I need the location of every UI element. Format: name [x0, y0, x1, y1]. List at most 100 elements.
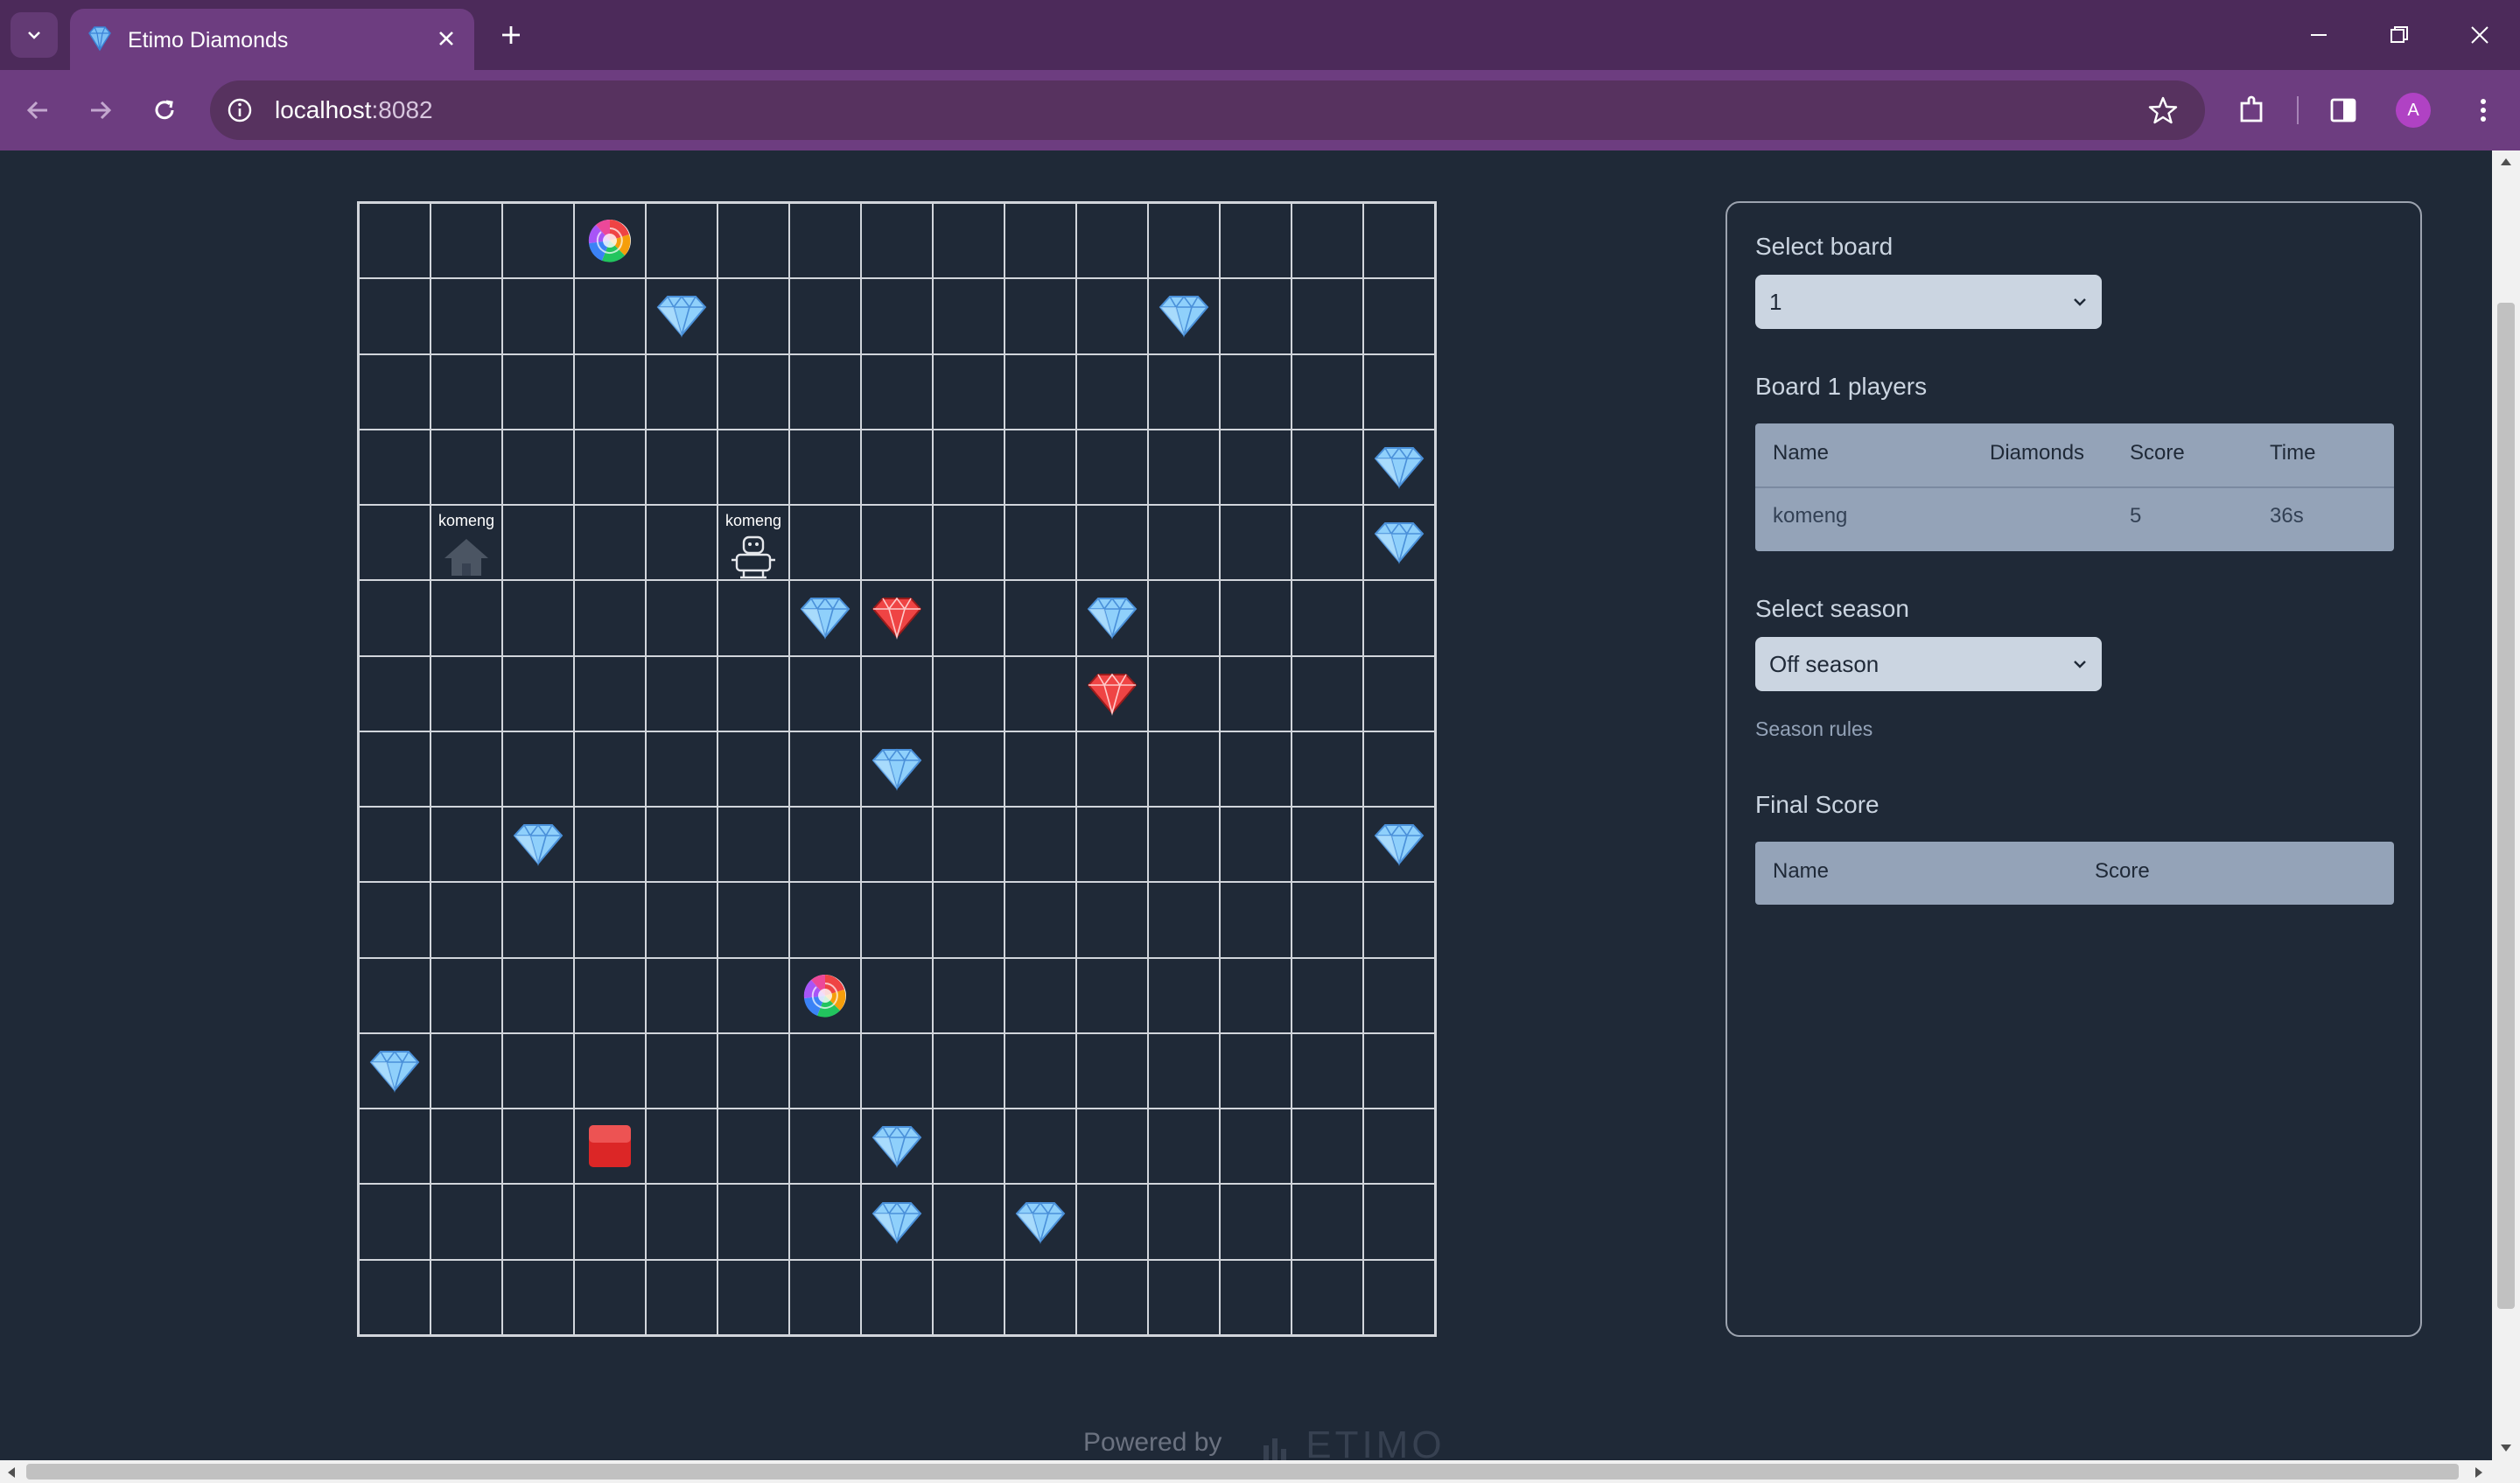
board-cell: [430, 1109, 502, 1185]
board-player-label: komeng: [438, 512, 495, 530]
bookmark-star-icon[interactable]: [2146, 93, 2180, 128]
board-cell: [1004, 1032, 1076, 1109]
blue-diamond-icon: [861, 1184, 933, 1259]
board-cell: [430, 353, 502, 430]
board-cell: [718, 203, 789, 279]
restore-icon[interactable]: [2384, 19, 2415, 51]
minimize-icon[interactable]: [2303, 19, 2334, 51]
board-cell: [1004, 655, 1076, 731]
side-panel-icon[interactable]: [2324, 91, 2362, 129]
board-cell: [359, 505, 430, 581]
vertical-scrollbar[interactable]: [2492, 150, 2520, 1460]
board-cell: [1004, 1109, 1076, 1185]
board-cell: [861, 1259, 933, 1335]
red-button-icon[interactable]: [574, 1109, 646, 1184]
board-cell: [1292, 278, 1363, 354]
tab-search-button[interactable]: [10, 12, 58, 58]
board-cell: [1076, 807, 1148, 883]
extensions-icon[interactable]: [2233, 91, 2272, 129]
scroll-down-icon[interactable]: [2499, 1442, 2513, 1454]
game-board: komeng komeng: [357, 201, 1437, 1337]
blue-diamond-icon: [789, 580, 861, 655]
forward-arrow-icon[interactable]: [80, 91, 119, 129]
site-info-icon[interactable]: [224, 94, 256, 126]
board-cell: [933, 957, 1004, 1033]
board-cell: [502, 505, 574, 581]
board-cell: [789, 731, 861, 808]
board-cell: [861, 203, 933, 279]
diamond-favicon-icon: [88, 26, 111, 52]
board-cell: [933, 807, 1004, 883]
page-content: komeng komeng Select board 1 Board 1 play…: [0, 150, 2492, 1460]
close-window-icon[interactable]: [2464, 19, 2496, 51]
board-cell: [359, 807, 430, 883]
scroll-up-icon[interactable]: [2499, 156, 2513, 168]
new-tab-icon[interactable]: [495, 19, 527, 51]
board-cell: [718, 957, 789, 1033]
board-cell: [1220, 655, 1292, 731]
board-cell: [359, 882, 430, 958]
board-cell: [646, 429, 718, 506]
board-cell: [574, 505, 646, 581]
address-bar[interactable]: localhost:8082: [210, 80, 2205, 140]
board-cell: [861, 882, 933, 958]
board-cell: [574, 580, 646, 656]
select-board-dropdown[interactable]: 1: [1755, 275, 2102, 329]
scroll-left-icon[interactable]: [5, 1466, 18, 1480]
board-cell: [430, 807, 502, 883]
board-cell: [502, 1184, 574, 1260]
horizontal-scrollbar[interactable]: [0, 1460, 2520, 1483]
board-cell: [1363, 580, 1435, 656]
board-cell: [718, 1259, 789, 1335]
etimo-logo-icon: [1264, 1438, 1286, 1460]
close-tab-icon[interactable]: [432, 24, 460, 52]
board-cell: [1220, 1032, 1292, 1109]
board-cell: [718, 353, 789, 430]
profile-avatar[interactable]: A: [2396, 93, 2431, 128]
select-season-label: Select season: [1755, 595, 1909, 622]
season-rules-link[interactable]: Season rules: [1755, 717, 1872, 741]
board-cell: [430, 429, 502, 506]
board-cell: [933, 655, 1004, 731]
more-menu-icon[interactable]: [2464, 91, 2502, 129]
board-cell: [789, 1109, 861, 1185]
board-cell: [574, 807, 646, 883]
url-host: localhost: [275, 96, 372, 123]
board-cell: [1076, 353, 1148, 430]
board-cell: [1363, 1109, 1435, 1185]
select-season-dropdown[interactable]: Off season: [1755, 637, 2102, 691]
board-cell: [789, 278, 861, 354]
board-cell: [430, 731, 502, 808]
board-cell: [574, 429, 646, 506]
horizontal-scroll-thumb[interactable]: [26, 1464, 2459, 1480]
board-cell: [502, 278, 574, 354]
board-cell: [1363, 353, 1435, 430]
board-cell: [430, 580, 502, 656]
board-cell: [1148, 957, 1220, 1033]
board-cell: [933, 580, 1004, 656]
board-cell: [1004, 353, 1076, 430]
board-cell: [1148, 1259, 1220, 1335]
board-cell: [933, 882, 1004, 958]
blue-diamond-icon: [1363, 807, 1435, 882]
vertical-scroll-thumb[interactable]: [2497, 303, 2515, 1309]
board-cell: [646, 882, 718, 958]
tab-title: Etimo Diamonds: [128, 28, 289, 52]
toolbar-divider: [2297, 96, 2299, 124]
board-cell: [933, 278, 1004, 354]
board-cell: [718, 731, 789, 808]
board-cell: [574, 1259, 646, 1335]
board-cell: [574, 957, 646, 1033]
blue-diamond-icon: [1363, 505, 1435, 580]
board-cell: [1148, 429, 1220, 506]
scroll-right-icon[interactable]: [2473, 1466, 2485, 1480]
browser-tab[interactable]: Etimo Diamonds: [70, 9, 474, 72]
blue-diamond-icon: [861, 731, 933, 807]
reload-icon[interactable]: [145, 91, 184, 129]
blue-diamond-icon: [502, 807, 574, 882]
board-cell: [502, 429, 574, 506]
board-cell: [1220, 807, 1292, 883]
url-text: localhost:8082: [275, 96, 433, 124]
bot-robot-icon: [718, 535, 789, 579]
back-arrow-icon[interactable]: [19, 91, 58, 129]
